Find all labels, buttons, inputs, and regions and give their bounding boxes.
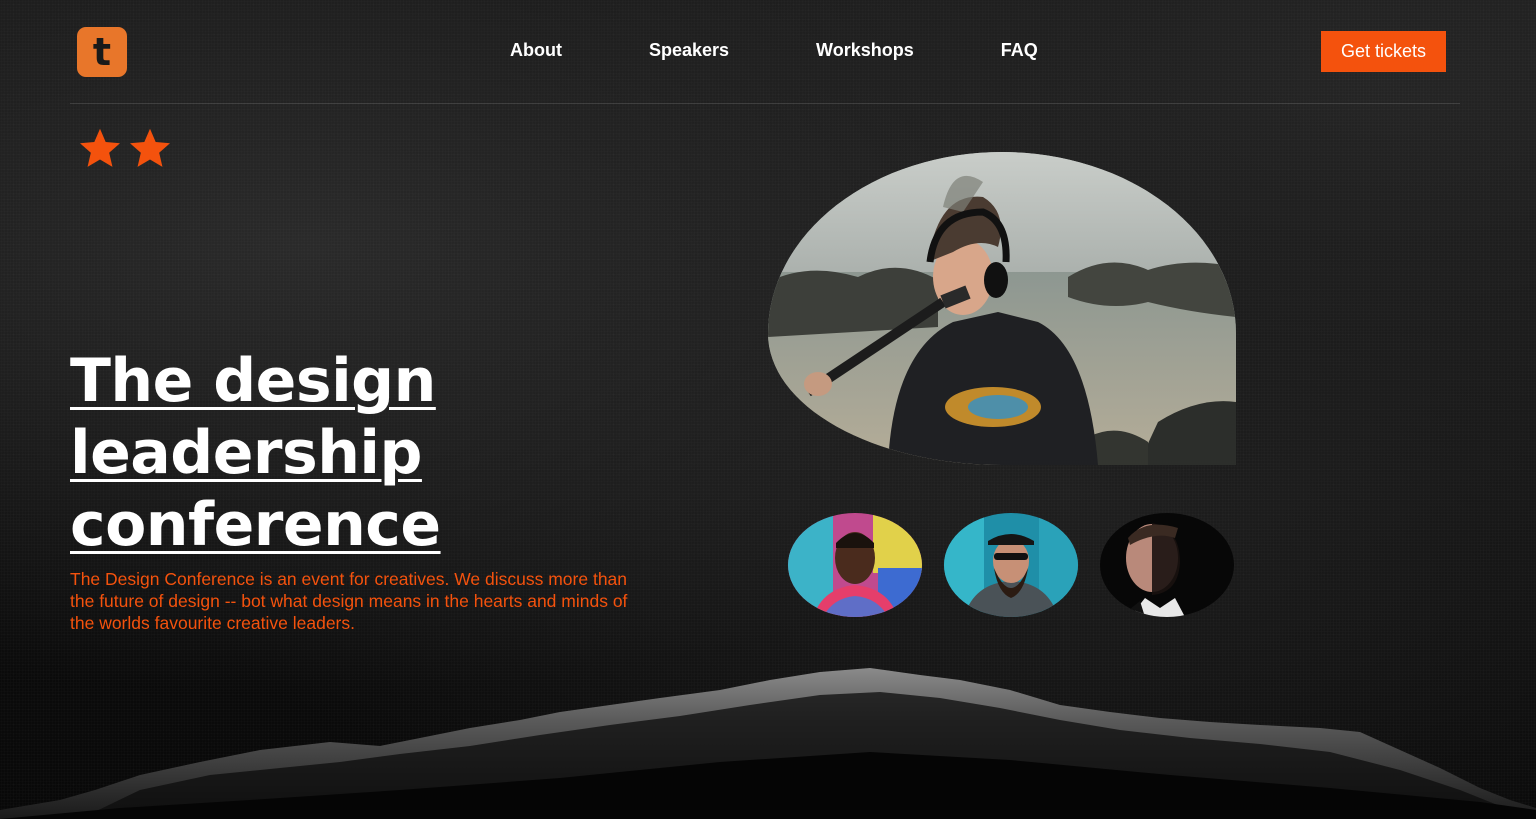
hero-title: The design leadership conference xyxy=(70,346,441,560)
main-nav: About Speakers Workshops FAQ xyxy=(510,40,1125,61)
mountain-graphic xyxy=(0,668,1536,819)
rating-stars xyxy=(78,126,172,170)
speaker-avatar-3[interactable] xyxy=(1100,513,1234,617)
nav-item-faq[interactable]: FAQ xyxy=(1001,40,1038,61)
get-tickets-button[interactable]: Get tickets xyxy=(1321,31,1446,72)
star-icon xyxy=(80,128,120,167)
nav-item-about[interactable]: About xyxy=(510,40,562,61)
site-header: t About Speakers Workshops FAQ Get ticke… xyxy=(70,0,1460,104)
landing-page: t About Speakers Workshops FAQ Get ticke… xyxy=(0,0,1536,819)
speaker-avatar-2[interactable] xyxy=(944,513,1078,617)
featured-speaker-photo xyxy=(768,152,1236,465)
hero-subtitle: The Design Conference is an event for cr… xyxy=(70,569,628,633)
nav-item-speakers[interactable]: Speakers xyxy=(649,40,729,61)
logo-letter: t xyxy=(92,30,112,74)
nav-item-workshops[interactable]: Workshops xyxy=(816,40,914,61)
star-icon xyxy=(130,128,170,167)
logo[interactable]: t xyxy=(77,27,127,77)
speaker-avatar-1[interactable] xyxy=(788,513,922,617)
